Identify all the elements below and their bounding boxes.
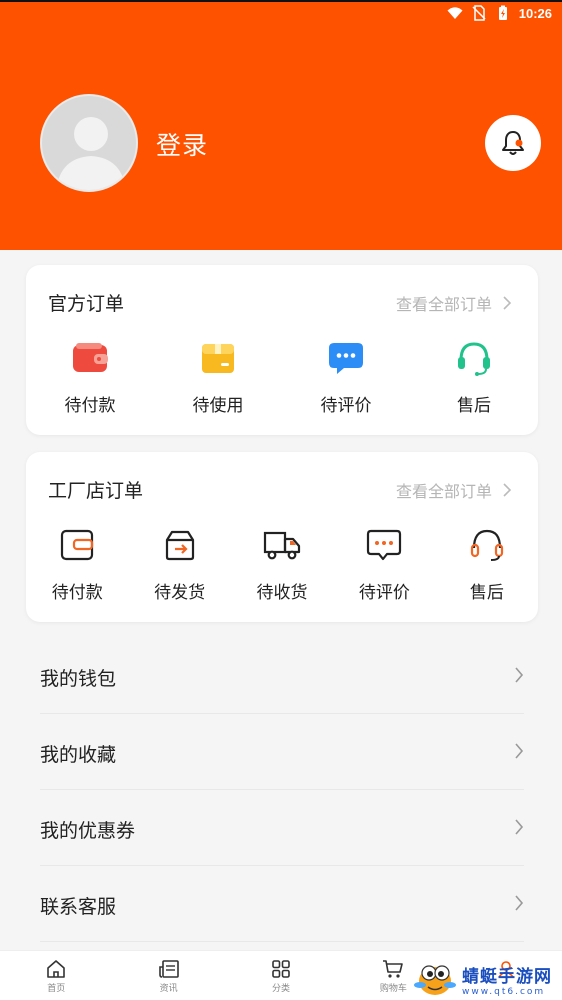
- chevron-right-icon: [515, 819, 524, 835]
- factory-pending-review[interactable]: 待评价: [333, 526, 435, 603]
- ship-box-icon: [165, 530, 194, 561]
- battery-charging-icon: [498, 5, 507, 20]
- tab-label: 购物车: [379, 984, 407, 994]
- chevron-right-icon: [515, 667, 524, 683]
- menu-item-label: 联系客服: [40, 896, 117, 918]
- watermark-title: 蜻蜓手游网: [462, 966, 552, 987]
- item-label: 待收货: [256, 583, 308, 603]
- notification-button[interactable]: [485, 115, 541, 171]
- profile-header: 登录: [0, 28, 562, 250]
- official-orders-card: 官方订单 查看全部订单 待付款 待使用 待评价 售后: [26, 265, 538, 435]
- home-icon: [47, 960, 65, 978]
- tab-home[interactable]: 首页: [0, 951, 112, 1000]
- cart-icon: [383, 960, 404, 978]
- default-avatar-icon: [56, 117, 126, 190]
- factory-view-all-link[interactable]: 查看全部订单: [396, 478, 512, 502]
- chat-outline-icon: [367, 529, 402, 561]
- item-label: 售后: [469, 583, 504, 603]
- login-link[interactable]: 登录: [156, 126, 208, 162]
- item-label: 待付款: [51, 583, 103, 603]
- item-label: 售后: [457, 396, 491, 416]
- tab-label: 首页: [47, 984, 66, 994]
- menu-item-coupons[interactable]: 我的优惠券: [40, 790, 524, 866]
- bell-icon: [502, 131, 524, 155]
- grid-icon: [272, 960, 290, 978]
- view-all-label: 查看全部订单: [395, 295, 492, 314]
- tab-categories[interactable]: 分类: [225, 951, 337, 1000]
- headset-outline-icon: [470, 529, 503, 561]
- tab-label: 资讯: [159, 984, 178, 994]
- wifi-icon: [447, 7, 463, 19]
- factory-orders-card: 工厂店订单 查看全部订单 待付款 待发货 待收货 待评价 售后: [26, 452, 538, 622]
- factory-after-sales[interactable]: 售后: [436, 526, 538, 603]
- avatar[interactable]: [40, 94, 138, 192]
- chat-icon: [329, 343, 363, 374]
- item-label: 待使用: [192, 396, 244, 416]
- settings-menu: 我的钱包 我的收藏 我的优惠券 联系客服: [0, 638, 562, 942]
- menu-item-wallet[interactable]: 我的钱包: [40, 638, 524, 714]
- menu-item-favorites[interactable]: 我的收藏: [40, 714, 524, 790]
- chevron-right-icon: [515, 743, 524, 759]
- watermark-subtitle: www.qt6.com: [462, 986, 546, 997]
- factory-pending-payment[interactable]: 待付款: [26, 526, 128, 603]
- factory-pending-receipt[interactable]: 待收货: [231, 526, 333, 603]
- official-pending-payment[interactable]: 待付款: [26, 339, 154, 416]
- chevron-right-icon: [503, 296, 512, 310]
- menu-item-customer-service[interactable]: 联系客服: [40, 866, 524, 942]
- truck-icon: [263, 531, 301, 560]
- status-time: 10:26: [518, 5, 552, 21]
- item-label: 待付款: [64, 396, 116, 416]
- official-pending-review[interactable]: 待评价: [282, 339, 410, 416]
- menu-item-label: 我的优惠券: [40, 820, 136, 842]
- headset-icon: [458, 342, 490, 376]
- item-label: 待评价: [358, 583, 410, 603]
- dragonfly-mascot-icon: [414, 965, 456, 995]
- official-pending-use[interactable]: 待使用: [154, 339, 282, 416]
- view-all-label: 查看全部订单: [395, 482, 492, 501]
- wallet-outline-icon: [61, 529, 94, 561]
- tab-label: 分类: [271, 984, 290, 994]
- chevron-right-icon: [515, 895, 524, 911]
- chevron-right-icon: [503, 483, 512, 497]
- tab-news[interactable]: 资讯: [112, 951, 224, 1000]
- status-icons: 10:26: [447, 5, 552, 21]
- official-orders-title: 官方订单: [48, 293, 125, 315]
- official-after-sales[interactable]: 售后: [410, 339, 538, 416]
- no-sim-icon: [472, 5, 486, 21]
- box-icon: [202, 344, 234, 373]
- item-label: 待评价: [320, 396, 372, 416]
- factory-pending-shipment[interactable]: 待发货: [128, 526, 230, 603]
- watermark: 蜻蜓手游网 www.qt6.com: [414, 958, 562, 1000]
- menu-item-label: 我的收藏: [40, 744, 117, 766]
- item-label: 待发货: [154, 583, 206, 603]
- menu-item-label: 我的钱包: [40, 668, 117, 690]
- factory-orders-title: 工厂店订单: [48, 480, 144, 502]
- official-view-all-link[interactable]: 查看全部订单: [396, 291, 512, 315]
- news-icon: [158, 960, 179, 978]
- wallet-icon: [73, 343, 108, 372]
- status-bar: 10:26: [0, 0, 562, 28]
